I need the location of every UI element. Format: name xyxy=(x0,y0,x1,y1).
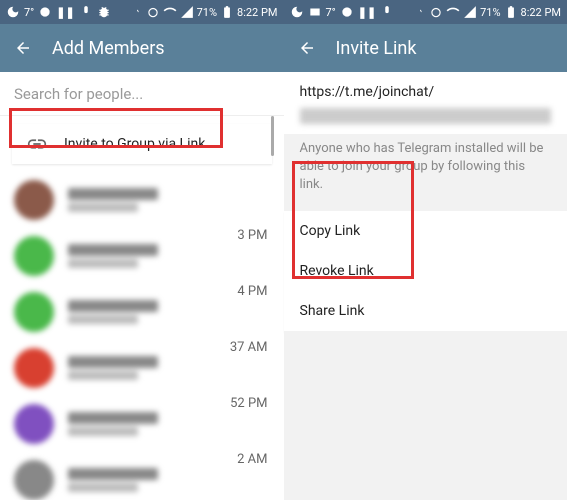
battery-percent: 71% xyxy=(480,6,500,19)
list-item[interactable] xyxy=(0,228,284,284)
status-bar: 7° ❚❚ 71% 8:22 PM xyxy=(284,0,567,24)
revoke-link-button[interactable]: Revoke Link xyxy=(284,251,567,291)
scrollbar[interactable] xyxy=(271,116,274,156)
pause-icon: ❚❚ xyxy=(358,6,376,19)
invite-hint: Anyone who has Telegram installed will b… xyxy=(284,134,567,211)
empty-area xyxy=(284,331,567,500)
screen-invite-link: 7° ❚❚ 71% 8:22 PM Invite Link https://t.… xyxy=(284,0,567,500)
battery-icon xyxy=(220,5,234,19)
list-item[interactable] xyxy=(0,452,284,500)
battery-icon xyxy=(504,5,518,19)
alarm-icon xyxy=(429,5,443,19)
status-time: 8:22 PM xyxy=(521,6,561,19)
rect-icon xyxy=(308,5,322,19)
status-time: 8:22 PM xyxy=(237,6,277,19)
search-input[interactable]: Search for people... xyxy=(0,72,284,116)
list-item[interactable] xyxy=(0,284,284,340)
search-placeholder: Search for people... xyxy=(14,85,143,103)
share-link-button[interactable]: Share Link xyxy=(284,291,567,331)
invite-url[interactable]: https://t.me/joinchat/ xyxy=(284,72,567,108)
page-title: Add Members xyxy=(52,38,165,59)
action-panel: Copy Link Revoke Link Share Link xyxy=(284,211,567,331)
wifi-icon xyxy=(446,5,460,19)
back-arrow-icon[interactable] xyxy=(298,39,316,57)
signal-icon xyxy=(463,5,477,19)
weather-temp: 7° xyxy=(24,6,34,19)
battery-percent: 71% xyxy=(197,6,217,19)
circle-icon xyxy=(38,5,52,19)
blurred-token xyxy=(300,108,552,124)
signal-icon xyxy=(180,5,194,19)
contact-list[interactable]: 3 PM 4 PM 37 AM 52 PM 2 AM 1:29 PM :41 P… xyxy=(0,172,284,500)
moon-icon xyxy=(6,5,20,19)
vibrate-icon xyxy=(412,5,426,19)
circle-icon xyxy=(340,5,354,19)
vibrate-icon xyxy=(129,5,143,19)
list-item[interactable] xyxy=(0,340,284,396)
wifi-icon xyxy=(163,5,177,19)
page-title: Invite Link xyxy=(336,38,417,59)
copy-link-button[interactable]: Copy Link xyxy=(284,211,567,251)
weather-temp: 7° xyxy=(326,6,336,19)
back-arrow-icon[interactable] xyxy=(14,39,32,57)
screen-add-members: 7° ❚❚ 71% 8:22 PM Add Members Search for… xyxy=(0,0,284,500)
app-bar: Add Members xyxy=(0,24,284,72)
list-item[interactable] xyxy=(0,172,284,228)
debug-icon xyxy=(97,5,111,19)
pause-icon: ❚❚ xyxy=(56,6,74,19)
moon-icon xyxy=(290,5,304,19)
app-bar: Invite Link xyxy=(284,24,567,72)
mic-icon xyxy=(380,5,394,19)
invite-via-link-button[interactable]: Invite to Group via Link xyxy=(12,124,272,164)
status-bar: 7° ❚❚ 71% 8:22 PM xyxy=(0,0,284,24)
mic-icon xyxy=(79,5,93,19)
list-item[interactable] xyxy=(0,396,284,452)
invite-label: Invite to Group via Link xyxy=(64,136,205,152)
alarm-icon xyxy=(146,5,160,19)
link-icon xyxy=(26,133,48,155)
